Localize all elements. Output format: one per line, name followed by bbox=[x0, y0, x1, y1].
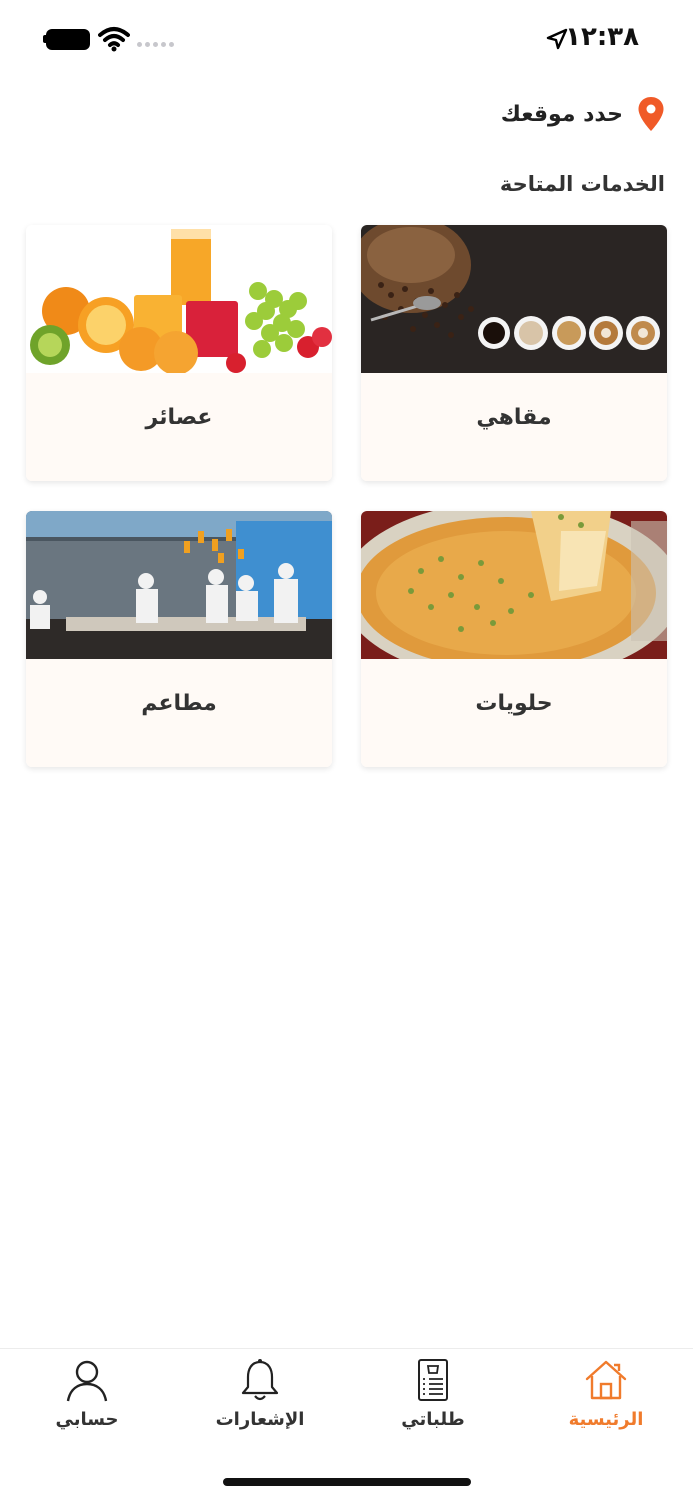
location-pin-icon bbox=[638, 97, 664, 131]
home-indicator[interactable] bbox=[223, 1478, 471, 1486]
service-label: مطاعم bbox=[26, 659, 332, 767]
orders-icon bbox=[418, 1359, 448, 1401]
nav-label: حسابي bbox=[55, 1409, 119, 1430]
service-card-juices[interactable]: عصائر bbox=[26, 225, 332, 481]
nav-notifications[interactable]: الإشعارات bbox=[190, 1357, 330, 1437]
kunafa-image bbox=[361, 511, 667, 659]
home-icon bbox=[585, 1360, 627, 1400]
user-icon bbox=[66, 1360, 108, 1402]
wifi-icon bbox=[98, 27, 130, 52]
service-label: حلويات bbox=[361, 659, 667, 767]
juice-image bbox=[26, 225, 332, 373]
section-title: الخدمات المتاحة bbox=[499, 172, 665, 196]
status-time: ١٢:٣٨ bbox=[565, 22, 639, 52]
service-card-sweets[interactable]: حلويات bbox=[361, 511, 667, 767]
service-card-cafes[interactable]: مقاهي bbox=[361, 225, 667, 481]
service-card-restaurants[interactable]: مطاعم bbox=[26, 511, 332, 767]
nav-home[interactable]: الرئيسية bbox=[536, 1357, 676, 1437]
bell-icon bbox=[241, 1359, 279, 1401]
select-location-button[interactable]: حدد موقعك bbox=[501, 92, 665, 136]
service-label: عصائر bbox=[26, 373, 332, 481]
nav-orders[interactable]: طلباتي bbox=[363, 1357, 503, 1437]
restaurant-kitchen-image bbox=[26, 511, 332, 659]
nav-label: طلباتي bbox=[401, 1409, 465, 1430]
status-bar: ١٢:٣٨ bbox=[0, 0, 693, 80]
battery-icon bbox=[46, 29, 90, 50]
select-location-label: حدد موقعك bbox=[500, 101, 623, 127]
coffee-image bbox=[361, 225, 667, 373]
service-label: مقاهي bbox=[361, 373, 667, 481]
nav-label: الرئيسية bbox=[568, 1409, 644, 1430]
signal-icon bbox=[137, 42, 174, 47]
nav-label: الإشعارات bbox=[215, 1409, 305, 1430]
nav-account[interactable]: حسابي bbox=[17, 1357, 157, 1437]
